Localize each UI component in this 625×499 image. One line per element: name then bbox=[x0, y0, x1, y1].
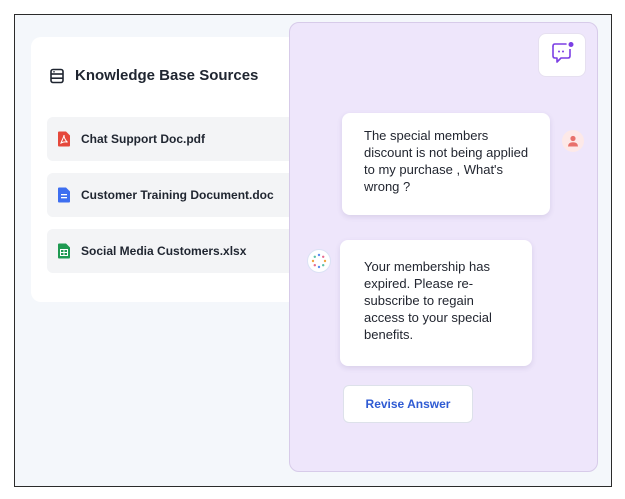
kb-file-doc[interactable]: Customer Training Document.doc bbox=[47, 173, 317, 217]
kb-file-label: Customer Training Document.doc bbox=[81, 188, 274, 202]
user-message-text: The special members discount is not bein… bbox=[364, 128, 529, 194]
bot-message-text: Your membership has expired. Please re-s… bbox=[364, 259, 492, 342]
app-frame: Knowledge Base Sources Chat Support Doc.… bbox=[14, 14, 612, 487]
kb-file-label: Chat Support Doc.pdf bbox=[81, 132, 205, 146]
user-avatar-icon bbox=[562, 130, 584, 152]
bot-message-bubble: Your membership has expired. Please re-s… bbox=[340, 240, 532, 366]
bot-spinner-icon bbox=[307, 249, 331, 273]
database-icon bbox=[49, 68, 65, 84]
chat-launcher-button[interactable] bbox=[538, 33, 586, 77]
spreadsheet-file-icon bbox=[57, 243, 71, 259]
chat-panel: The special members discount is not bein… bbox=[289, 22, 598, 472]
chat-bubble-icon bbox=[549, 41, 575, 70]
kb-file-pdf[interactable]: Chat Support Doc.pdf bbox=[47, 117, 317, 161]
pdf-file-icon bbox=[57, 131, 71, 147]
knowledge-base-header: Knowledge Base Sources bbox=[49, 67, 258, 84]
kb-file-label: Social Media Customers.xlsx bbox=[81, 244, 247, 258]
doc-file-icon bbox=[57, 187, 71, 203]
revise-answer-button[interactable]: Revise Answer bbox=[343, 385, 473, 423]
user-message-bubble: The special members discount is not bein… bbox=[342, 113, 550, 215]
kb-file-xlsx[interactable]: Social Media Customers.xlsx bbox=[47, 229, 317, 273]
knowledge-base-title: Knowledge Base Sources bbox=[75, 67, 259, 84]
